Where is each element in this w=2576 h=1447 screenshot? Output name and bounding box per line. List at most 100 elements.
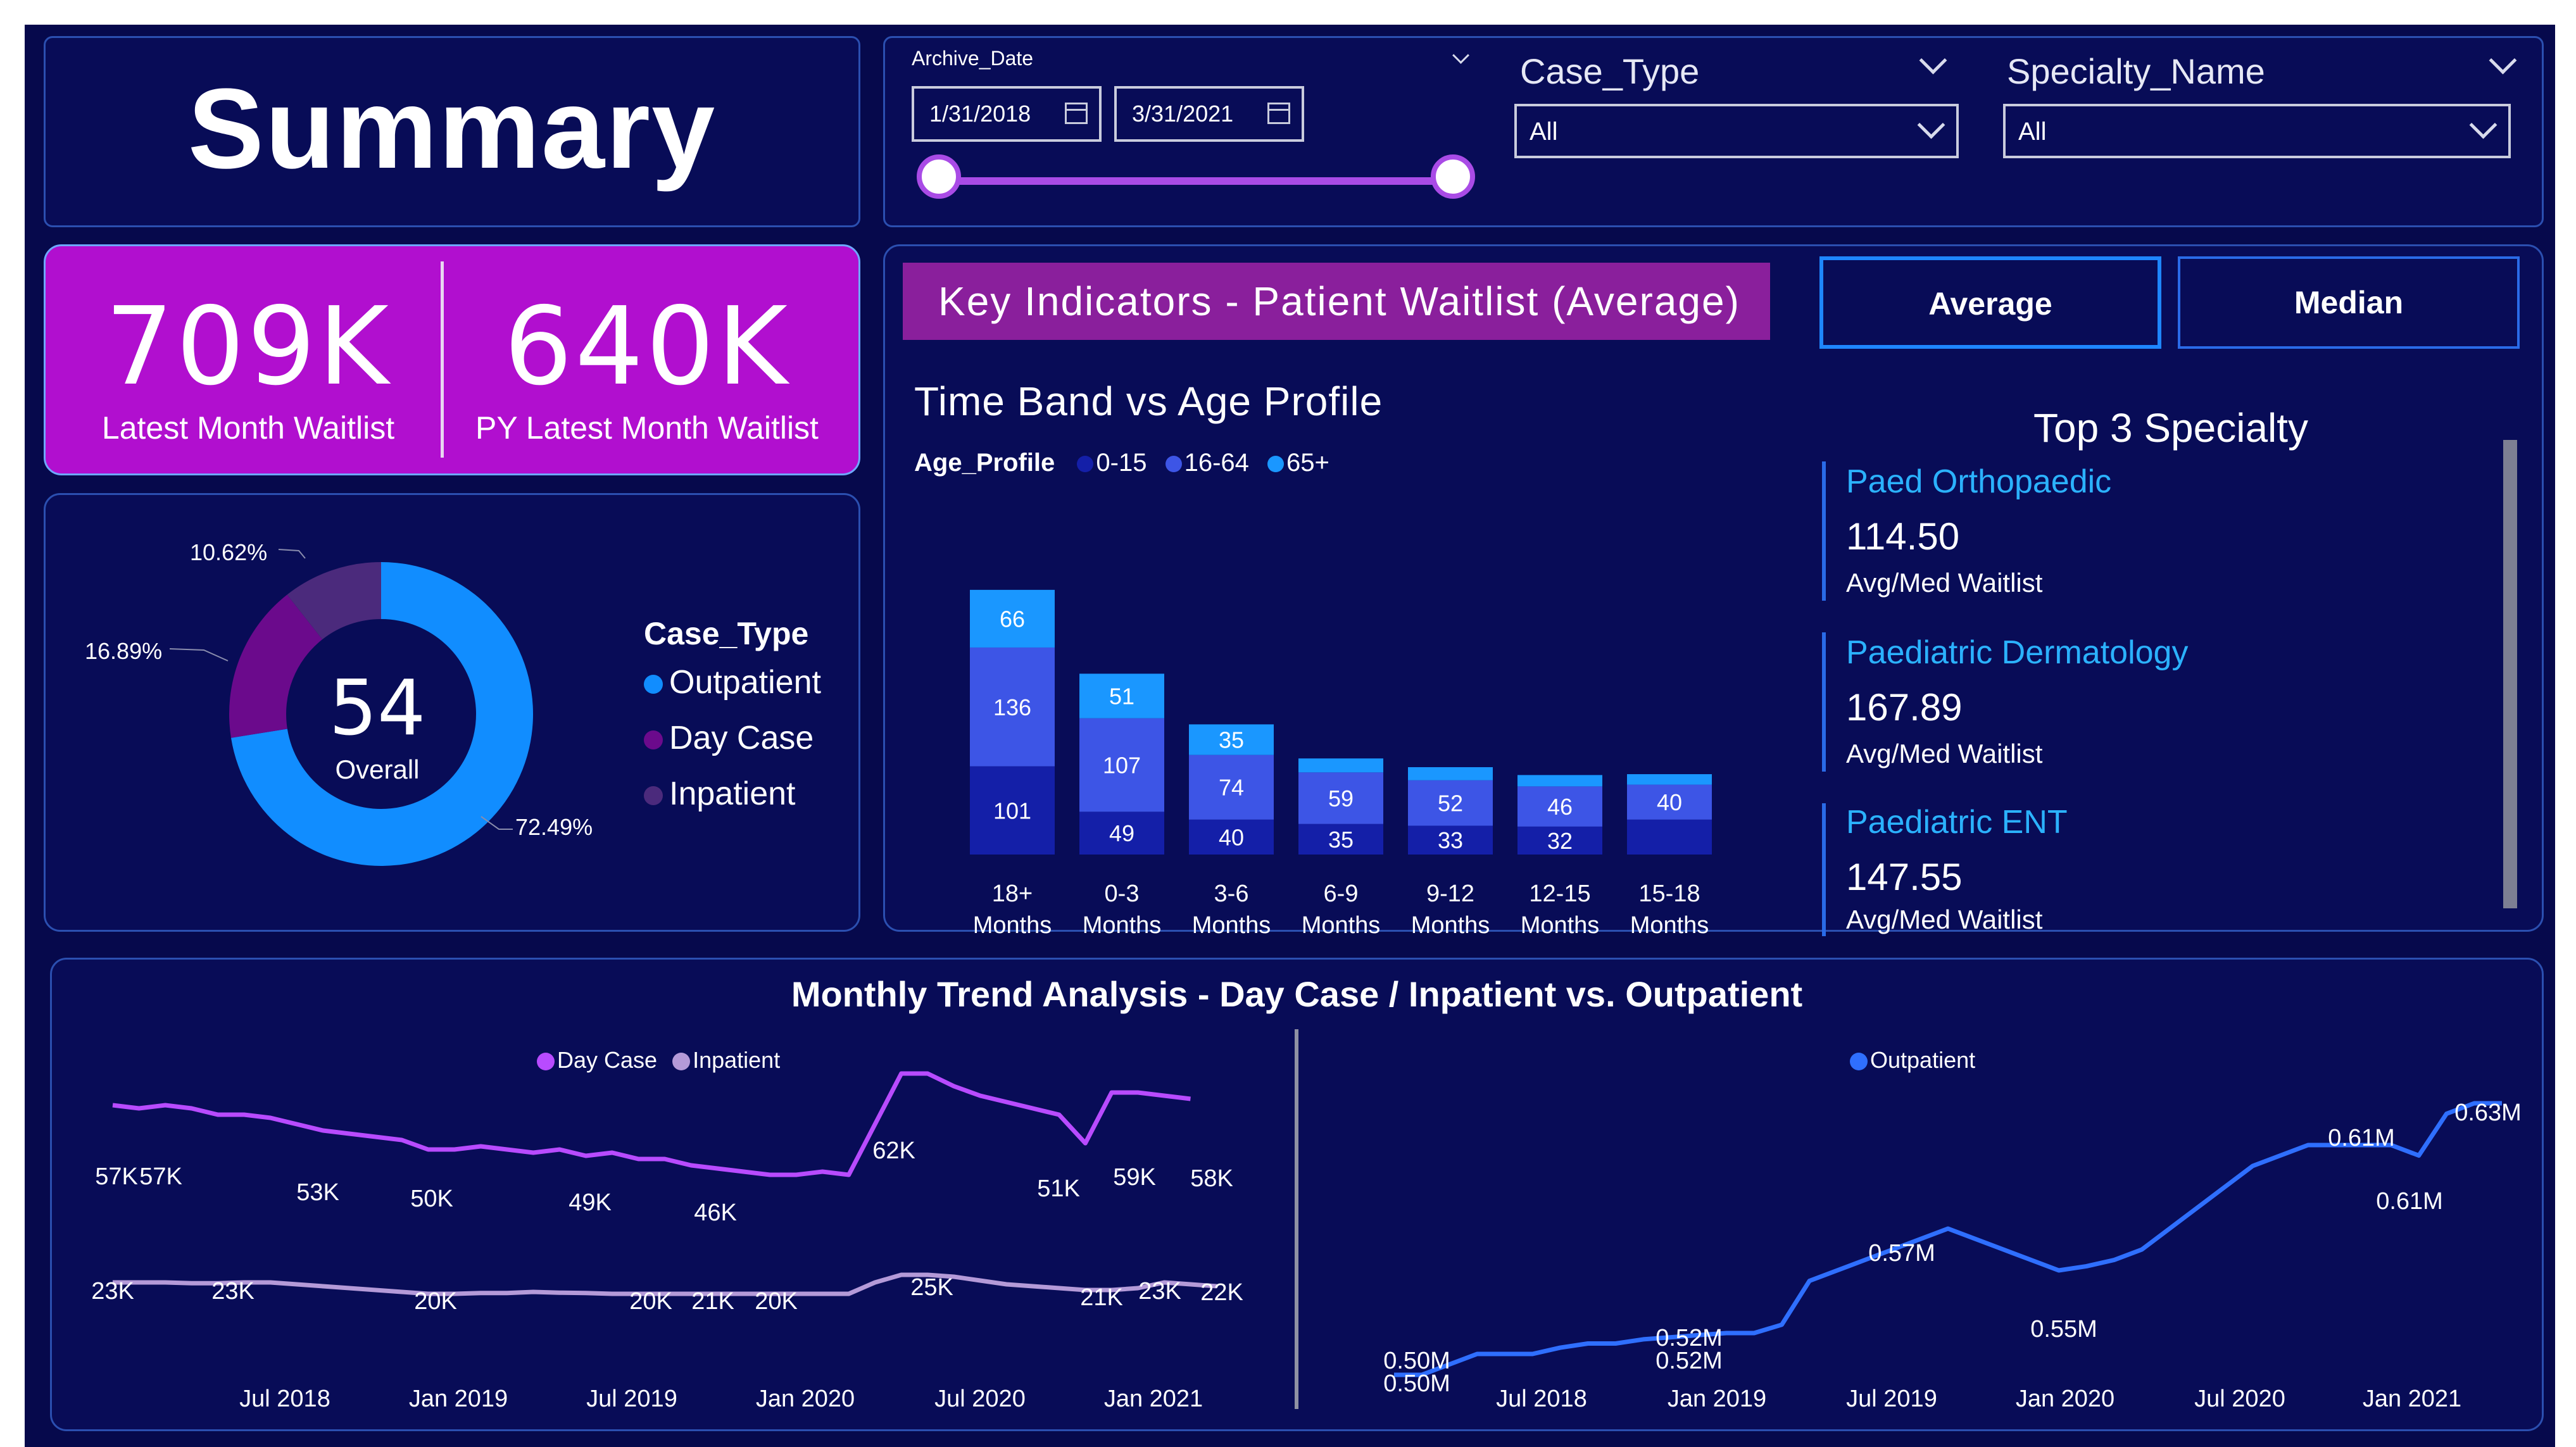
x-tick-label: Jul 2020 <box>2194 1386 2285 1412</box>
bar-value-label: 35 <box>1219 727 1244 753</box>
donut-legend-title: Case_Type <box>644 616 809 651</box>
archive-date-chevron-icon[interactable] <box>1452 47 1469 64</box>
specialty-1-value: 114.50 <box>1846 515 1960 558</box>
x-tick-label: Jan 2021 <box>1104 1386 1203 1412</box>
trend-line-charts: 57K 57K 53K 50K 49K 46K 62K 51K 59K 58K 23K 23K 20K 2… <box>91 1071 2522 1412</box>
case-type-donut-panel: 54 Overall 72.49% 16.89% 10.62% Case_Typ… <box>44 493 860 932</box>
bar-value-label: 46 <box>1547 794 1573 820</box>
x-tick-label: 15-18 <box>1638 880 1700 907</box>
specialty-name-filter-label: Specialty_Name <box>2007 51 2265 91</box>
monthly-trend-panel: Monthly Trend Analysis - Day Case / Inpa… <box>50 958 2544 1431</box>
legend-label: Day Case <box>669 720 814 756</box>
start-date-value: 1/31/2018 <box>929 101 1031 127</box>
bar-value-label: 59 <box>1328 786 1354 811</box>
key-indicators-panel: Key Indicators - Patient Waitlist (Avera… <box>883 244 2544 936</box>
median-toggle-button[interactable]: Median <box>2178 256 2520 349</box>
bar-value-label: 33 <box>1438 827 1463 853</box>
x-tick-label: Jan 2021 <box>2363 1386 2461 1412</box>
legend-item-inpatient[interactable]: Inpatient <box>644 775 796 813</box>
outpatient-data-label: 0.50M <box>1383 1370 1450 1397</box>
x-tick-label: Jul 2019 <box>1846 1386 1937 1412</box>
bar-value-label: 107 <box>1103 753 1141 779</box>
bar-value-label: 136 <box>993 694 1031 720</box>
time-band-bar-chart: 101 136 66 18+ Months 49 107 51 0-3 Months 40 74 35 3… <box>970 589 1712 934</box>
outpatient-data-label: 0.57M <box>1868 1240 1935 1267</box>
outpatient-data-label: 0.63M <box>2454 1099 2522 1126</box>
py-latest-month-waitlist-value: 640K <box>504 284 790 410</box>
inpatient-data-label: 23K <box>91 1278 134 1305</box>
case-type-selected: All <box>1530 118 1558 146</box>
specialty-3-sub: Avg/Med Waitlist <box>1846 905 2043 934</box>
calendar-icon[interactable] <box>1065 103 1088 124</box>
day-case-data-label: 59K <box>1113 1164 1156 1191</box>
leader-line <box>278 549 306 559</box>
x-tick-label: Months <box>973 912 1052 934</box>
specialty-name-dropdown[interactable]: All <box>2003 104 2511 158</box>
inpatient-data-label: 23K <box>211 1278 254 1305</box>
specialty-accent-bar <box>1822 803 1826 936</box>
donut-label-inpatient: 10.62% <box>190 539 268 565</box>
case-type-filter-label: Case_Type <box>1520 51 1700 91</box>
x-tick-label: Jul 2018 <box>1496 1386 1587 1412</box>
bar-segment-65+ <box>1627 774 1712 785</box>
day-case-data-label: 53K <box>296 1179 339 1206</box>
kpi-divider <box>441 261 444 458</box>
bar-value-label: 51 <box>1109 684 1134 710</box>
x-tick-label: 0-3 <box>1105 880 1140 907</box>
x-tick-label: 3-6 <box>1214 880 1249 907</box>
bar-value-label: 35 <box>1328 827 1354 853</box>
legend-item-outpatient[interactable]: Outpatient <box>644 663 821 701</box>
legend-label: Outpatient <box>669 664 821 701</box>
inpatient-data-label: 21K <box>1080 1284 1123 1311</box>
x-tick-label: Jan 2020 <box>756 1386 855 1412</box>
x-tick-label: Jan 2020 <box>2016 1386 2114 1412</box>
specialty-name-selected: All <box>2018 118 2047 146</box>
inpatient-data-label: 25K <box>910 1274 953 1301</box>
dashboard-canvas: Summary Archive_Date 1/31/2018 3/31/2021… <box>25 25 2555 1447</box>
bar-segment-65+ <box>1408 767 1493 780</box>
case-type-collapse-icon[interactable] <box>1919 46 1947 75</box>
specialty-1-sub: Avg/Med Waitlist <box>1846 568 2043 598</box>
calendar-icon[interactable] <box>1267 103 1290 124</box>
archive-date-label: Archive_Date <box>912 47 1034 70</box>
x-tick-label: Months <box>1411 912 1490 934</box>
top3-title: Top 3 Specialty <box>2033 405 2309 451</box>
specialty-2-value: 167.89 <box>1846 686 1963 729</box>
date-slider-track[interactable] <box>942 177 1455 185</box>
outpatient-data-label: 0.52M <box>1656 1348 1723 1374</box>
date-slider-start-handle[interactable] <box>917 154 961 199</box>
specialty-2-sub: Avg/Med Waitlist <box>1846 739 2043 768</box>
specialty-3-value: 147.55 <box>1846 856 1963 898</box>
bar-segment-65+ <box>1298 758 1383 773</box>
end-date-input[interactable]: 3/31/2021 <box>1114 86 1304 142</box>
donut-center-label: Overall <box>335 755 420 784</box>
chevron-down-icon <box>2469 111 2497 139</box>
x-tick-label: Jul 2020 <box>934 1386 1026 1412</box>
inpatient-data-label: 20K <box>629 1288 672 1315</box>
bar-value-label: 40 <box>1657 789 1682 815</box>
bar-segment-65+ <box>1517 775 1602 787</box>
outpatient-data-label: 0.61M <box>2376 1188 2443 1215</box>
legend-item-day-case[interactable]: Day Case <box>644 719 814 757</box>
specialty-accent-bar <box>1822 461 1826 601</box>
donut-label-day-case: 16.89% <box>85 638 163 664</box>
chevron-down-icon <box>1917 111 1945 139</box>
inpatient-data-label: 20K <box>414 1288 457 1315</box>
x-tick-label: 18+ <box>992 880 1033 907</box>
legend-dot-icon <box>644 786 663 806</box>
case-type-dropdown[interactable]: All <box>1514 104 1959 158</box>
bar-segment-0-15 <box>1627 819 1712 855</box>
day-case-data-label: 58K <box>1190 1165 1233 1192</box>
specialty-accent-bar <box>1822 632 1826 772</box>
day-case-data-label: 49K <box>569 1189 612 1216</box>
donut-chart <box>169 549 533 866</box>
average-toggle-button[interactable]: Average <box>1819 256 2161 349</box>
day-case-data-label: 62K <box>872 1137 915 1164</box>
top3-scrollbar[interactable] <box>2503 440 2517 908</box>
date-slider-end-handle[interactable] <box>1431 154 1475 199</box>
specialty-name-collapse-icon[interactable] <box>2489 46 2517 75</box>
py-latest-month-waitlist-label: PY Latest Month Waitlist <box>475 410 819 446</box>
bar-value-label: 40 <box>1219 824 1244 850</box>
donut-label-outpatient: 72.49% <box>515 814 593 840</box>
start-date-input[interactable]: 1/31/2018 <box>912 86 1102 142</box>
